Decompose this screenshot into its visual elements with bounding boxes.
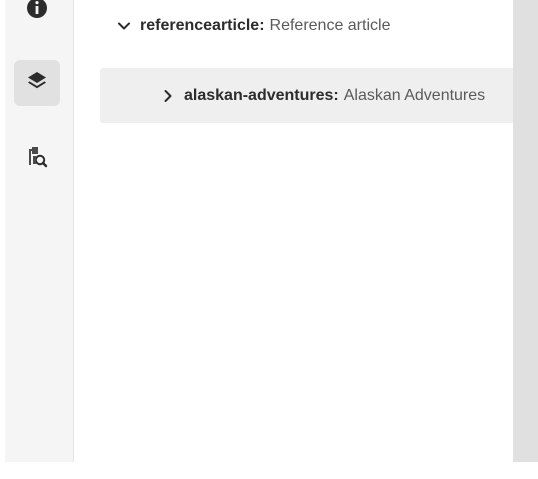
side-rail (5, 0, 74, 462)
reference-search-button[interactable] (14, 136, 60, 182)
node-name: alaskan-adventures (184, 86, 334, 104)
bottom-edge (0, 462, 538, 479)
tree-node-alaskan-adventures[interactable]: alaskan-adventures : Alaskan Adventures (100, 68, 513, 123)
node-title: Alaskan Adventures (343, 86, 486, 104)
node-separator: : (333, 86, 339, 104)
layers-icon (26, 70, 48, 97)
content-tree-panel: referencearticle : Reference article ala… (74, 0, 513, 462)
node-name: referencearticle (140, 17, 260, 34)
tree-node-referencearticle[interactable]: referencearticle : Reference article (74, 6, 513, 46)
layers-button[interactable] (14, 60, 60, 106)
node-title: Reference article (269, 17, 391, 34)
info-icon (26, 0, 48, 24)
reference-search-icon (25, 145, 49, 174)
chevron-down-icon[interactable] (116, 18, 132, 34)
info-button[interactable] (14, 0, 60, 33)
chevron-right-icon[interactable] (160, 88, 176, 104)
scrollbar-track[interactable] (513, 0, 538, 462)
node-separator: : (259, 17, 265, 34)
editor-frame: referencearticle : Reference article ala… (0, 0, 538, 479)
